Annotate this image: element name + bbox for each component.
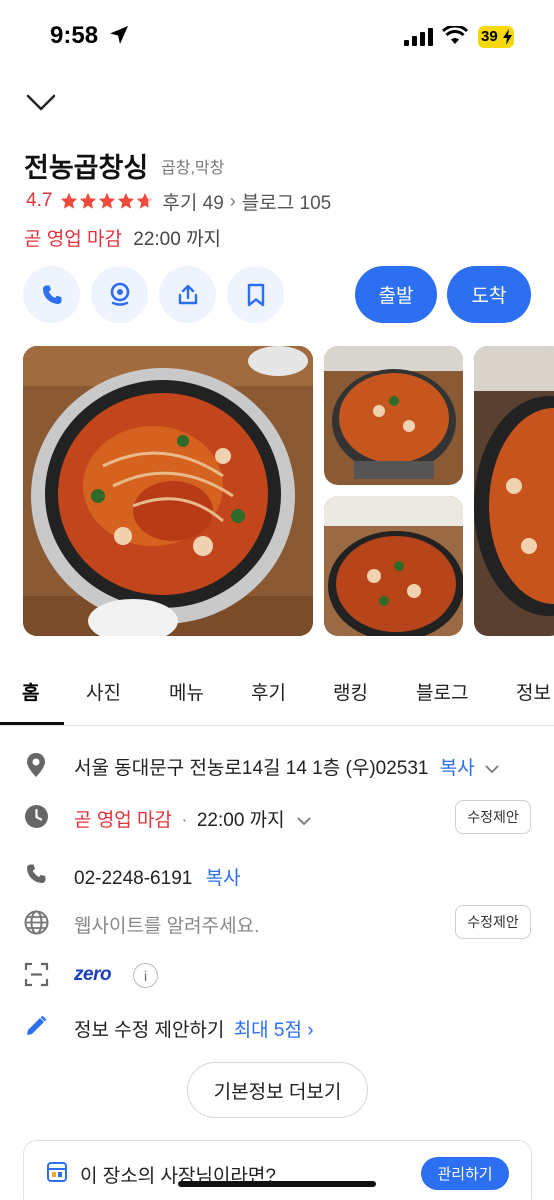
hours-row[interactable]: 곧 영업 마감 · 22:00 까지 [74, 805, 312, 832]
food-photo-image [474, 346, 554, 636]
chevron-down-icon[interactable] [484, 763, 500, 775]
tab-blog[interactable]: 블로그 [416, 678, 468, 705]
tab-reviews[interactable]: 후기 [251, 678, 286, 705]
tab-home[interactable]: 홈 [22, 678, 39, 705]
active-tab-indicator [0, 722, 64, 725]
website-placeholder: 웹사이트를 알려주세요. [74, 916, 260, 937]
more-info-button[interactable]: 기본정보 더보기 [187, 1062, 368, 1118]
photo-main[interactable] [23, 346, 313, 636]
address-row: 서울 동대문구 전농로14길 14 1층 (우)02531 복사 [74, 753, 500, 780]
hours-separator: · [181, 810, 188, 831]
tab-info[interactable]: 정보 [516, 678, 551, 705]
info-icon[interactable]: i [133, 963, 158, 988]
hours-close: 22:00 까지 [133, 229, 222, 250]
address-text: 서울 동대문구 전농로14길 14 1층 (우)02531 [74, 758, 429, 779]
call-button[interactable] [23, 266, 80, 323]
wifi-icon [442, 26, 468, 44]
phone-icon [42, 285, 61, 304]
photo-thumbnail[interactable] [474, 346, 554, 636]
chevron-down-icon[interactable] [296, 815, 312, 827]
tab-photos[interactable]: 사진 [86, 678, 121, 705]
charging-bolt-icon [503, 29, 512, 45]
photo-thumbnail[interactable] [324, 496, 463, 636]
hours-close-detail: 22:00 까지 [196, 810, 285, 831]
star-icon [118, 192, 135, 209]
copy-address-button[interactable]: 복사 [440, 758, 475, 779]
phone-icon [27, 864, 46, 883]
place-title: 전농곱창싱 [24, 153, 149, 183]
store-icon [47, 1162, 67, 1182]
food-photo-image [324, 346, 463, 485]
food-photo-image [23, 346, 313, 636]
star-icon [80, 192, 97, 209]
blog-link[interactable]: 블로그 105 [242, 188, 331, 215]
tab-bar: 홈 사진 메뉴 후기 랭킹 블로그 정보 [0, 660, 554, 726]
hours-summary: 곧 영업 마감 22:00 까지 [24, 224, 221, 251]
collapse-chevron-icon[interactable] [24, 88, 58, 116]
star-icon [99, 192, 116, 209]
hours-status-detail: 곧 영업 마감 [74, 810, 172, 831]
status-time: 9:58 [50, 22, 99, 49]
manage-button[interactable]: 관리하기 [421, 1157, 509, 1190]
scan-icon [24, 962, 49, 987]
food-photo-image [324, 496, 463, 636]
chevron-right-icon: › [307, 1020, 314, 1041]
photo-thumbnail[interactable] [324, 346, 463, 485]
departure-button[interactable]: 출발 [355, 266, 437, 323]
home-indicator [178, 1181, 376, 1187]
location-arrow-icon [110, 26, 128, 44]
clock-icon [25, 805, 48, 828]
edit-suggest-label: 정보 수정 제안하기 [74, 1020, 225, 1041]
battery-level: 39 [481, 28, 498, 45]
cellular-signal-icon [404, 28, 433, 46]
copy-phone-button[interactable]: 복사 [206, 868, 241, 889]
edit-suggest-row[interactable]: 정보 수정 제안하기 최대 5점 › [74, 1015, 314, 1042]
bookmark-icon [247, 283, 264, 306]
zero-pay-logo: zero [74, 964, 112, 985]
place-category: 곱창,막창 [161, 160, 225, 177]
rating-row: 4.7 후기 49 › 블로그 105 [26, 188, 331, 214]
suggest-hours-edit-button[interactable]: 수정제안 [455, 800, 531, 834]
save-button[interactable] [227, 266, 284, 323]
tab-ranking[interactable]: 랭킹 [333, 678, 368, 705]
edit-reward-label: 최대 5점 [233, 1020, 302, 1041]
phone-number[interactable]: 02-2248-6191 [74, 868, 192, 889]
arrival-button[interactable]: 도착 [447, 266, 531, 323]
phone-row: 02-2248-6191 복사 [74, 863, 241, 890]
map-pin-circle-icon [110, 282, 129, 306]
hours-status: 곧 영업 마감 [24, 229, 122, 250]
suggest-website-button[interactable]: 수정제안 [455, 905, 531, 939]
rating-value: 4.7 [26, 190, 53, 211]
battery-indicator: 39 [478, 26, 514, 48]
rating-stars [60, 192, 154, 210]
owner-card: 이 장소의 사장님이라면? 관리하기 [23, 1140, 532, 1200]
globe-icon [24, 910, 49, 935]
location-pin-icon [27, 753, 45, 777]
chevron-right-icon: › [229, 190, 236, 211]
share-icon [178, 284, 197, 304]
status-bar: 9:58 39 [0, 0, 554, 70]
pencil-icon [27, 1015, 47, 1035]
star-icon [61, 192, 78, 209]
half-star-icon [137, 192, 154, 209]
street-view-button[interactable] [91, 266, 148, 323]
tab-menu[interactable]: 메뉴 [169, 678, 204, 705]
share-button[interactable] [159, 266, 216, 323]
reviews-link[interactable]: 후기 49 [162, 188, 223, 215]
